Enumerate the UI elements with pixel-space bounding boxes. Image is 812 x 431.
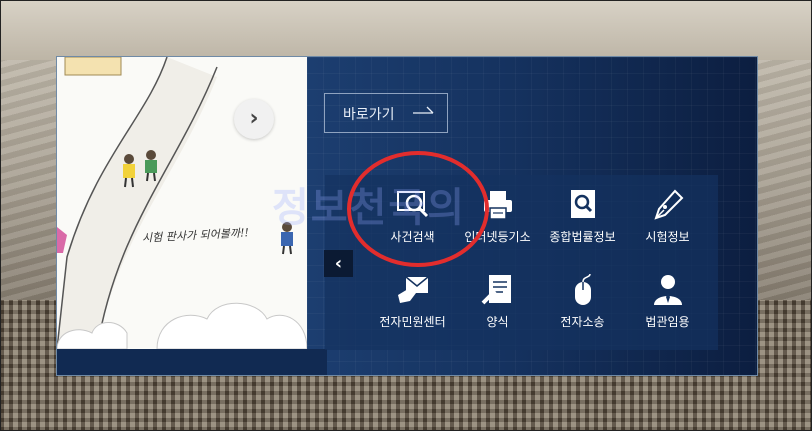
highlight-circle <box>347 151 489 267</box>
next-slide-button[interactable]: › <box>234 99 274 139</box>
chevron-right-icon: › <box>249 106 259 131</box>
menu-item-label: 시험정보 <box>645 230 690 244</box>
document-pen-icon <box>481 275 511 305</box>
envelope-hand-icon <box>398 276 429 303</box>
menu-item-label: 법관임용 <box>645 315 690 329</box>
menu-item-forms[interactable]: 양식 <box>455 263 540 347</box>
bottom-strip <box>57 349 327 375</box>
illustration-area: › 시험 판사가 되어볼까!! <box>57 57 307 349</box>
prev-menu-button[interactable]: ‹ <box>324 250 353 277</box>
person-tie-icon <box>654 275 682 305</box>
menu-item-exam-info[interactable]: 시험정보 <box>625 178 710 262</box>
menu-item-law-info[interactable]: 종합법률정보 <box>540 178 625 262</box>
chevron-left-icon: ‹ <box>334 253 343 274</box>
background-photo-top <box>0 0 812 60</box>
pen-nib-icon <box>654 189 684 220</box>
menu-item-label: 종합법률정보 <box>549 230 616 244</box>
menu-item-e-petition[interactable]: 전자민원센터 <box>370 263 455 347</box>
law-book-search-icon <box>571 190 595 218</box>
menu-item-label: 전자민원센터 <box>379 315 446 329</box>
menu-item-judge-appointment[interactable]: 법관임용 <box>625 263 710 347</box>
mouse-icon <box>575 273 591 305</box>
menu-item-label: 전자소송 <box>560 315 605 329</box>
banner-panel: › 시험 판사가 되어볼까!! 바로가기 사건검색 인터넷등기소 종합법률정보 … <box>56 56 758 376</box>
menu-item-e-litigation[interactable]: 전자소송 <box>540 263 625 347</box>
shortcut-button-label: 바로가기 <box>343 107 395 123</box>
shortcut-button[interactable]: 바로가기 <box>324 93 448 133</box>
arrow-right-icon <box>413 106 434 114</box>
menu-item-label: 양식 <box>486 315 509 329</box>
